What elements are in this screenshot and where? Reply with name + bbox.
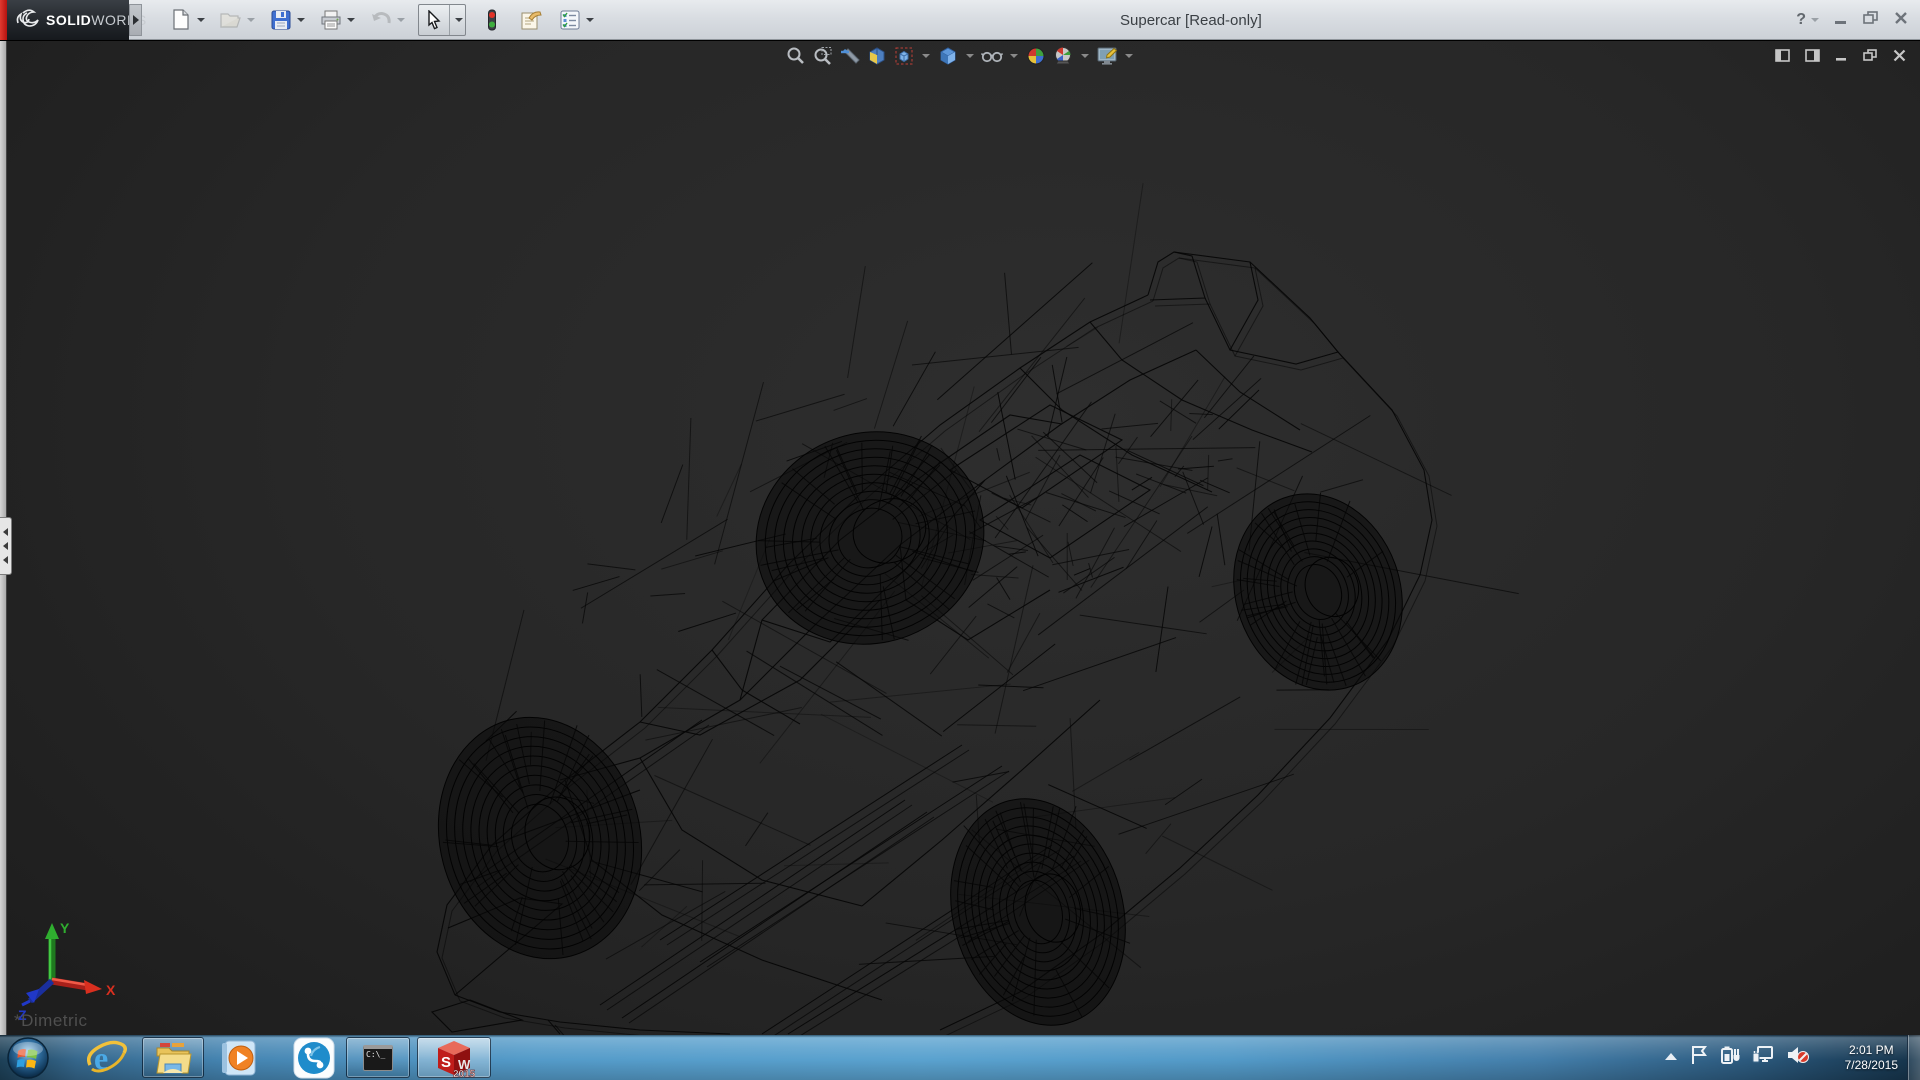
view-orientation-dropdown-icon[interactable] xyxy=(922,54,930,58)
accent-red-strip xyxy=(0,0,7,40)
svg-text:2015: 2015 xyxy=(453,1069,475,1078)
view-settings-dropdown-icon[interactable] xyxy=(1125,54,1133,58)
taskbar-clock[interactable]: 2:01 PM 7/28/2015 xyxy=(1845,1035,1898,1080)
print-dropdown-icon[interactable] xyxy=(347,18,355,22)
collapse-arrow-icon xyxy=(3,542,8,550)
tray-network-icon[interactable] xyxy=(1752,1045,1774,1070)
ds-logo-icon xyxy=(15,7,41,34)
display-style-dropdown-icon[interactable] xyxy=(966,54,974,58)
supercar-wireframe-model xyxy=(0,41,1920,1035)
show-desktop-button[interactable] xyxy=(1907,1035,1920,1080)
main-toolbar xyxy=(168,0,603,40)
taskbar-windows-explorer[interactable] xyxy=(142,1037,204,1078)
feature-manager-collapse-tab[interactable] xyxy=(0,517,12,575)
command-prompt-icon: C:\_ xyxy=(363,1045,393,1071)
pane-toggle-right-icon[interactable] xyxy=(1805,49,1820,67)
taskbar-command-prompt[interactable]: C:\_ xyxy=(346,1037,410,1078)
undo-button[interactable] xyxy=(368,6,394,34)
apply-scene-dropdown-icon[interactable] xyxy=(1081,54,1089,58)
windows-taskbar: e xyxy=(0,1035,1920,1080)
open-dropdown-icon[interactable] xyxy=(247,18,255,22)
tray-action-center-icon[interactable] xyxy=(1690,1045,1708,1070)
save-button[interactable] xyxy=(268,6,294,34)
system-tray xyxy=(1664,1035,1810,1080)
section-view-icon[interactable] xyxy=(866,45,888,67)
close-button[interactable] xyxy=(1894,11,1908,30)
taskbar-solidworks-2015[interactable]: S W 2015 xyxy=(417,1037,491,1078)
doc-close-button[interactable] xyxy=(1893,49,1906,67)
view-settings-icon[interactable] xyxy=(1096,45,1118,67)
zoom-to-fit-icon[interactable] xyxy=(785,45,807,67)
help-button[interactable]: ? xyxy=(1796,11,1819,29)
titlebar-controls: ? xyxy=(1796,0,1908,40)
select-dropdown-icon[interactable] xyxy=(449,5,465,35)
tray-volume-muted-icon[interactable] xyxy=(1786,1045,1810,1070)
document-window-controls xyxy=(1775,49,1906,67)
options-dropdown-icon[interactable] xyxy=(586,18,594,22)
title-bar: SOLIDWORKS xyxy=(0,0,1920,40)
hide-show-items-icon[interactable] xyxy=(981,45,1003,67)
view-orientation-icon[interactable] xyxy=(893,45,915,67)
select-tool-group xyxy=(418,4,466,36)
taskbar-internet-explorer[interactable]: e xyxy=(84,1037,130,1078)
select-cursor-button[interactable] xyxy=(419,5,449,35)
pane-toggle-left-icon[interactable] xyxy=(1775,49,1790,67)
undo-dropdown-icon[interactable] xyxy=(397,18,405,22)
svg-text:S: S xyxy=(441,1054,451,1071)
axis-x-label: X xyxy=(106,982,116,998)
previous-view-icon[interactable] xyxy=(839,45,861,67)
tray-show-hidden-icon[interactable] xyxy=(1664,1049,1678,1067)
new-dropdown-icon[interactable] xyxy=(197,18,205,22)
restore-button[interactable] xyxy=(1863,11,1879,30)
taskbar-media-player[interactable] xyxy=(218,1037,262,1078)
file-properties-button[interactable] xyxy=(518,6,544,34)
open-folder-button[interactable] xyxy=(218,6,244,34)
minimize-button[interactable] xyxy=(1834,11,1848,30)
taskbar-blue-branch-app[interactable] xyxy=(290,1037,338,1078)
graphics-viewport[interactable]: Y X Z *Dimetric xyxy=(0,41,1920,1035)
options-button[interactable] xyxy=(557,6,583,34)
solidworks-menu-button[interactable]: SOLIDWORKS xyxy=(7,0,129,40)
save-dropdown-icon[interactable] xyxy=(297,18,305,22)
print-button[interactable] xyxy=(318,6,344,34)
clock-date: 7/28/2015 xyxy=(1845,1058,1898,1073)
axis-y-label: Y xyxy=(60,920,70,936)
start-button[interactable] xyxy=(4,1037,52,1078)
edit-appearance-icon[interactable] xyxy=(1025,45,1047,67)
apply-scene-icon[interactable] xyxy=(1052,45,1074,67)
clock-time: 2:01 PM xyxy=(1845,1043,1898,1058)
doc-minimize-button[interactable] xyxy=(1835,49,1848,67)
new-document-button[interactable] xyxy=(168,6,194,34)
brand-expander-icon[interactable] xyxy=(129,4,142,36)
view-orientation-label: *Dimetric xyxy=(14,1011,87,1031)
rebuild-stoplight-button[interactable] xyxy=(479,6,505,34)
collapse-arrow-icon xyxy=(3,556,8,564)
doc-restore-button[interactable] xyxy=(1863,49,1878,67)
help-icon: ? xyxy=(1796,11,1806,29)
heads-up-view-toolbar xyxy=(785,45,1135,67)
zoom-to-area-icon[interactable] xyxy=(812,45,834,67)
help-dropdown-icon xyxy=(1811,18,1819,22)
hide-show-dropdown-icon[interactable] xyxy=(1010,54,1018,58)
window-title: Supercar [Read-only] xyxy=(1120,0,1262,40)
display-style-icon[interactable] xyxy=(937,45,959,67)
collapse-arrow-icon xyxy=(3,528,8,536)
tray-power-icon[interactable] xyxy=(1720,1045,1740,1070)
